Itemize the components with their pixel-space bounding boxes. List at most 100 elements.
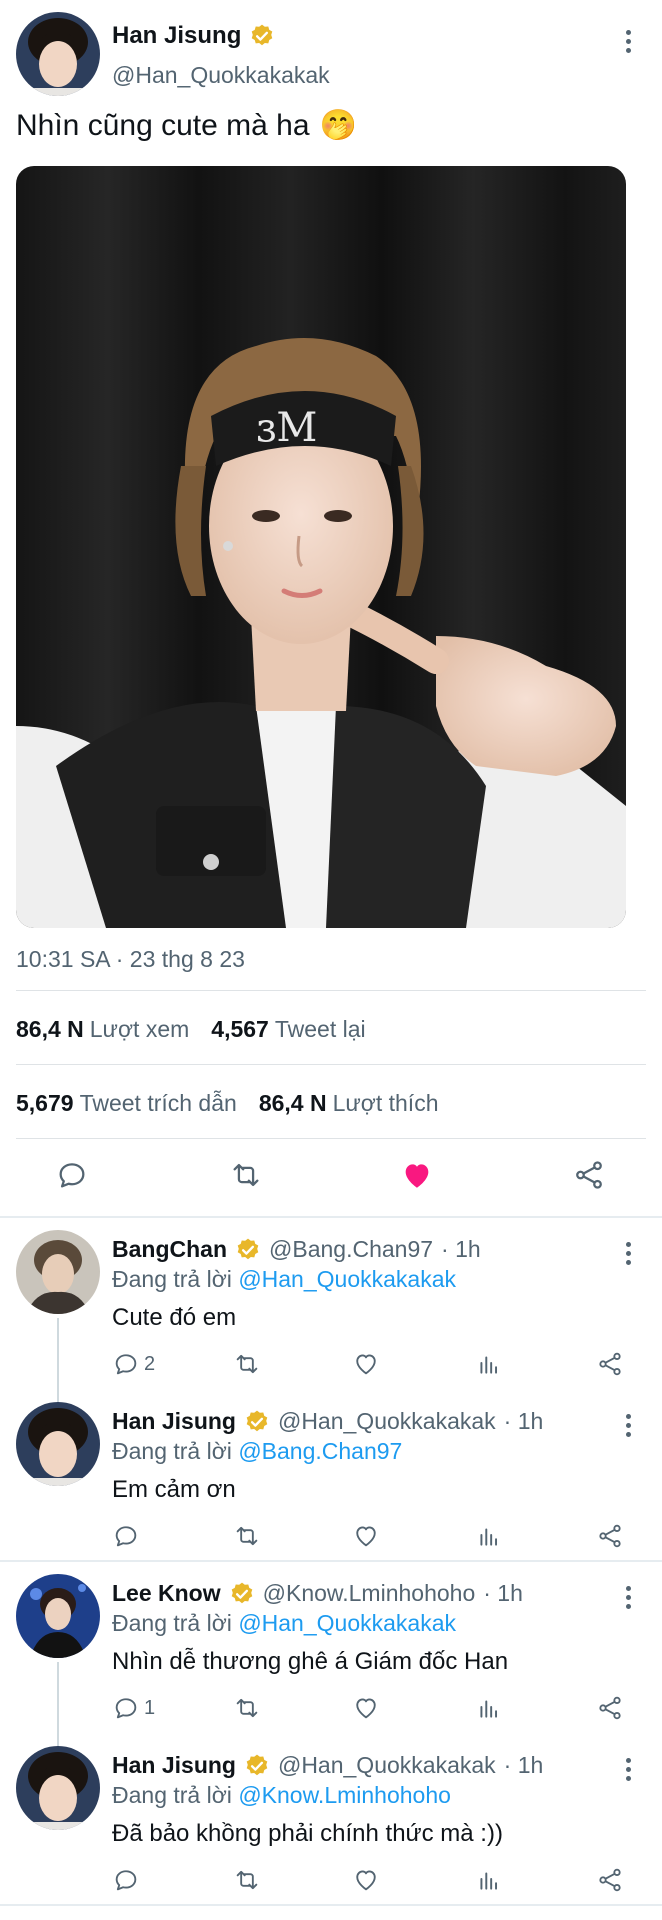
views-button[interactable] [476,1866,502,1894]
reply-author-handle[interactable]: @Know.Lminhohoho [263,1580,476,1607]
verified-badge-icon [246,1754,268,1775]
svg-text:ɜM: ɜM [256,405,317,451]
tweet-action-bar [0,1148,662,1208]
retweet-button[interactable] [232,1522,262,1550]
stat-likes[interactable]: 86,4 N Lượt thích [259,1090,439,1117]
share-icon [599,1352,621,1376]
reply-count: 1 [144,1696,156,1719]
replying-to-link[interactable]: @Han_Quokkakakak [238,1610,456,1636]
author-name-text[interactable]: Han Jisung [112,22,241,50]
avatar[interactable] [16,1402,100,1486]
reply-icon [115,1870,137,1891]
tweet-timestamp[interactable]: 10:31 SA · 23 thg 8 23 [16,946,245,973]
retweet-button[interactable] [228,1158,264,1197]
reply-header: Lee Know @Know.Lminhohoho · 1h [112,1580,523,1607]
reply-author-name[interactable]: Lee Know [112,1580,221,1607]
share-button[interactable] [596,1866,624,1894]
reply-action-bar [0,1522,662,1558]
reply-time: · 1h [503,1752,544,1778]
like-button[interactable] [352,1522,380,1550]
divider [16,1064,646,1065]
stats-row-views-retweets: 86,4 N Lượt xem 4,567 Tweet lại [16,1016,366,1043]
reply-author-handle[interactable]: @Bang.Chan97 [269,1236,433,1263]
views-button[interactable] [476,1522,502,1550]
replying-to-link[interactable]: @Bang.Chan97 [238,1438,402,1464]
views-button[interactable] [476,1694,502,1722]
like-button[interactable] [400,1158,434,1197]
stats-row-quotes-likes: 5,679 Tweet trích dẫn 86,4 N Lượt thích [16,1090,439,1117]
reply-tweet[interactable]: Lee Know @Know.Lminhohoho · 1h Đang trả … [0,1566,662,1748]
reply-author-handle[interactable]: @Han_Quokkakakak [278,1408,496,1435]
reply-icon [115,1354,137,1375]
reply-button[interactable]: 1 [112,1694,155,1722]
reply-text: Đã bảo khồng phải chính thức mà :)) [112,1820,503,1847]
share-button[interactable] [572,1158,606,1197]
more-options-icon[interactable] [618,1414,638,1437]
more-options-icon[interactable] [618,1586,638,1609]
replying-to: Đang trả lời @Bang.Chan97 [112,1438,402,1465]
heart-icon [356,1526,376,1547]
stat-views[interactable]: 86,4 N Lượt xem [16,1016,189,1043]
avatar[interactable] [16,1746,100,1830]
retweet-button[interactable] [232,1350,262,1378]
share-button[interactable] [596,1694,624,1722]
reply-action-bar: 1 [0,1694,662,1730]
views-chart-icon [480,1700,498,1718]
heart-filled-icon [405,1164,429,1188]
reply-icon [115,1526,137,1547]
replying-to-link[interactable]: @Han_Quokkakakak [238,1266,456,1292]
reply-tweet[interactable]: BangChan @Bang.Chan97 · 1h Đang trả lời … [0,1222,662,1404]
reply-button[interactable] [112,1522,144,1550]
reply-action-bar [0,1866,662,1902]
stat-quotes[interactable]: 5,679 Tweet trích dẫn [16,1090,237,1117]
avatar[interactable] [16,12,100,96]
reply-tweet[interactable]: Han Jisung @Han_Quokkakakak · 1h Đang tr… [0,1738,662,1910]
tweet-photo[interactable]: ɜM [16,166,626,928]
reply-author-name[interactable]: Han Jisung [112,1408,236,1435]
avatar[interactable] [16,1230,100,1314]
reply-button[interactable] [112,1866,144,1894]
stat-retweets-label: Tweet lại [274,1016,366,1042]
share-button[interactable] [596,1350,624,1378]
like-button[interactable] [352,1694,380,1722]
reply-tweet[interactable]: Han Jisung @Han_Quokkakakak · 1h Đang tr… [0,1394,662,1566]
reply-button[interactable]: 2 [112,1350,155,1378]
reply-header: BangChan @Bang.Chan97 · 1h [112,1236,481,1263]
stat-views-label: Lượt xem [89,1016,190,1042]
share-button[interactable] [596,1522,624,1550]
author-handle[interactable]: @Han_Quokkakakak [112,62,330,89]
stat-quotes-value: 5,679 [16,1090,74,1116]
author-name[interactable]: Han Jisung [112,22,275,50]
like-button[interactable] [352,1866,380,1894]
stat-quotes-label: Tweet trích dẫn [79,1090,237,1116]
verified-badge-icon [246,1410,268,1431]
tweet-text-content: Nhìn cũng cute mà ha [16,108,310,142]
reply-text: Nhìn dễ thương ghê á Giám đốc Han [112,1648,509,1675]
more-options-icon[interactable] [618,1758,638,1781]
reply-header: Han Jisung @Han_Quokkakakak · 1h [112,1752,543,1779]
more-options-icon[interactable] [618,1242,638,1265]
stat-likes-value: 86,4 N [258,1090,327,1116]
reply-author-handle[interactable]: @Han_Quokkakakak [278,1752,496,1779]
replying-to-label: Đang trả lời [112,1438,232,1464]
verified-badge-icon [252,24,273,46]
divider [16,990,646,991]
replying-to-link[interactable]: @Know.Lminhohoho [238,1782,451,1808]
reply-icon [59,1163,85,1188]
retweet-icon [233,1163,259,1187]
reply-author-name[interactable]: Han Jisung [112,1752,236,1779]
share-icon [576,1161,602,1189]
like-button[interactable] [352,1350,380,1378]
retweet-button[interactable] [232,1866,262,1894]
reply-button[interactable] [55,1158,89,1197]
retweet-button[interactable] [232,1694,262,1722]
more-options-icon[interactable] [618,30,638,53]
views-button[interactable] [476,1350,502,1378]
stat-retweets[interactable]: 4,567 Tweet lại [211,1016,365,1043]
stat-views-value: 86,4 N [16,1016,84,1042]
reply-text: Cute đó em [112,1304,237,1331]
retweet-icon [236,1698,258,1718]
avatar[interactable] [16,1574,100,1658]
tweet-text: Nhìn cũng cute mà ha 🤭 [16,108,357,143]
reply-author-name[interactable]: BangChan [112,1236,227,1263]
